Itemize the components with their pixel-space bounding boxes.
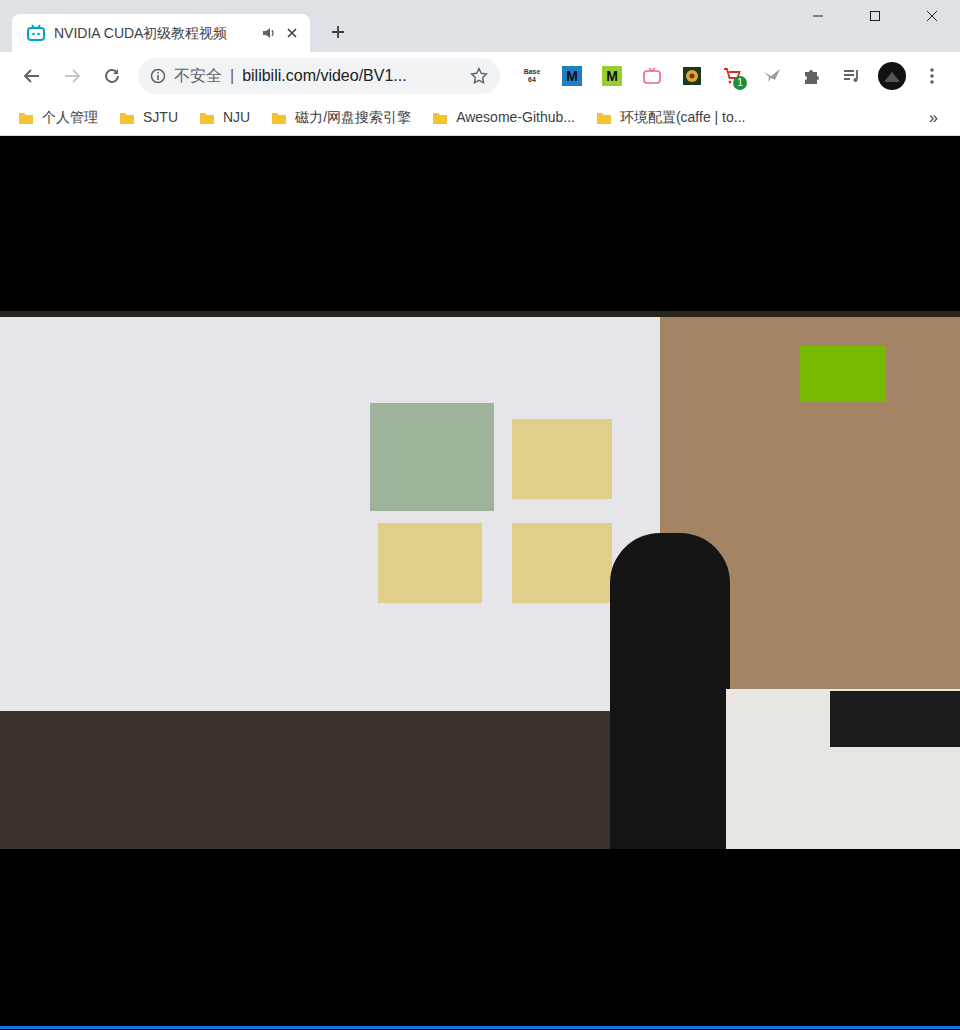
- bookmark-label: 环境配置(caffe | to...: [620, 107, 746, 128]
- frame-slide: [0, 311, 660, 711]
- frame-slide-grid: [370, 403, 494, 511]
- extension-button[interactable]: M: [552, 58, 592, 94]
- tab-strip: NVIDIA CUDA初级教程视频: [0, 0, 960, 52]
- avatar-icon[interactable]: [872, 58, 912, 94]
- extension-button[interactable]: [632, 58, 672, 94]
- new-tab-icon[interactable]: [320, 14, 356, 50]
- frame-person: [610, 533, 730, 849]
- close-tab-icon[interactable]: [284, 25, 300, 41]
- bookmarks-overflow[interactable]: »: [929, 106, 960, 130]
- folder-icon: [596, 110, 612, 126]
- reload-icon[interactable]: [94, 58, 130, 94]
- speaker-icon[interactable]: [262, 26, 276, 40]
- address-bar[interactable]: 不安全 | bilibili.com/video/BV1...: [138, 58, 500, 94]
- maximize-icon[interactable]: [846, 0, 903, 32]
- letter-icon: M: [562, 66, 582, 86]
- bird-icon: [762, 66, 782, 86]
- bookmark-folder[interactable]: 个人管理: [18, 107, 105, 128]
- star-icon[interactable]: [470, 67, 488, 85]
- bookmark-label: NJU: [223, 107, 250, 128]
- folder-icon: [119, 110, 135, 126]
- security-label: 不安全: [174, 64, 222, 88]
- extension-button[interactable]: [752, 58, 792, 94]
- bookmark-folder[interactable]: 磁力/网盘搜索引擎: [271, 107, 418, 128]
- toolbar: 不安全 | bilibili.com/video/BV1... Base64 MM 1: [0, 52, 960, 100]
- bookmark-folder[interactable]: SJTU: [119, 107, 185, 128]
- frame-slide-grid-4: [512, 523, 612, 603]
- frame-slide-grid-3: [378, 523, 482, 603]
- letter-icon: M: [602, 66, 622, 86]
- extension-button[interactable]: [832, 58, 872, 94]
- base64-line: 64: [524, 76, 541, 84]
- minimize-icon[interactable]: [789, 0, 846, 32]
- extension-button[interactable]: 1: [712, 58, 752, 94]
- extension-badge: 1: [733, 76, 747, 90]
- playlist-icon: [842, 66, 862, 86]
- base64-line: Base: [524, 68, 541, 76]
- tab-title: NVIDIA CUDA初级教程视频: [54, 23, 254, 44]
- extension-button[interactable]: [672, 58, 712, 94]
- tv-icon: [642, 66, 662, 86]
- forward-icon[interactable]: [54, 58, 90, 94]
- video-player[interactable]: [0, 136, 960, 1026]
- extensions: Base64 MM 1: [512, 58, 952, 94]
- flower-icon: [682, 66, 702, 86]
- bookmark-folder[interactable]: NJU: [199, 107, 257, 128]
- bookmark-label: 磁力/网盘搜索引擎: [295, 107, 411, 128]
- browser-tab[interactable]: NVIDIA CUDA初级教程视频: [12, 14, 310, 52]
- bookmark-folder[interactable]: Awesome-Github...: [432, 107, 582, 128]
- base64-icon: Base64: [524, 68, 541, 84]
- extension-button[interactable]: M: [592, 58, 632, 94]
- bookmark-label: 个人管理: [42, 107, 98, 128]
- folder-icon: [199, 110, 215, 126]
- puzzle-icon: [802, 66, 822, 86]
- separator: |: [230, 64, 234, 88]
- bookmarks-bar: 个人管理 SJTU NJU 磁力/网盘搜索引擎 Awesome-Github... 环境配…: [0, 100, 960, 136]
- back-icon[interactable]: [14, 58, 50, 94]
- window-border: [0, 1026, 960, 1029]
- bookmark-label: SJTU: [143, 107, 178, 128]
- folder-icon: [271, 110, 287, 126]
- bookmark-folder[interactable]: 环境配置(caffe | to...: [596, 107, 753, 128]
- frame-monitor: [830, 691, 960, 747]
- close-window-icon[interactable]: [903, 0, 960, 32]
- bilibili-icon: [26, 24, 46, 42]
- url-text[interactable]: bilibili.com/video/BV1...: [242, 64, 462, 88]
- frame-wall-top: [0, 311, 960, 317]
- frame-slide-grid-2: [512, 419, 612, 499]
- extension-button[interactable]: [792, 58, 832, 94]
- video-frame: [0, 311, 960, 849]
- folder-icon: [432, 110, 448, 126]
- bookmark-label: Awesome-Github...: [456, 107, 575, 128]
- extension-button[interactable]: Base64: [512, 58, 552, 94]
- window-controls: [789, 0, 960, 32]
- folder-icon: [18, 110, 34, 126]
- menu-icon[interactable]: [912, 58, 952, 94]
- frame-logo: [800, 346, 886, 402]
- info-icon[interactable]: [150, 68, 166, 84]
